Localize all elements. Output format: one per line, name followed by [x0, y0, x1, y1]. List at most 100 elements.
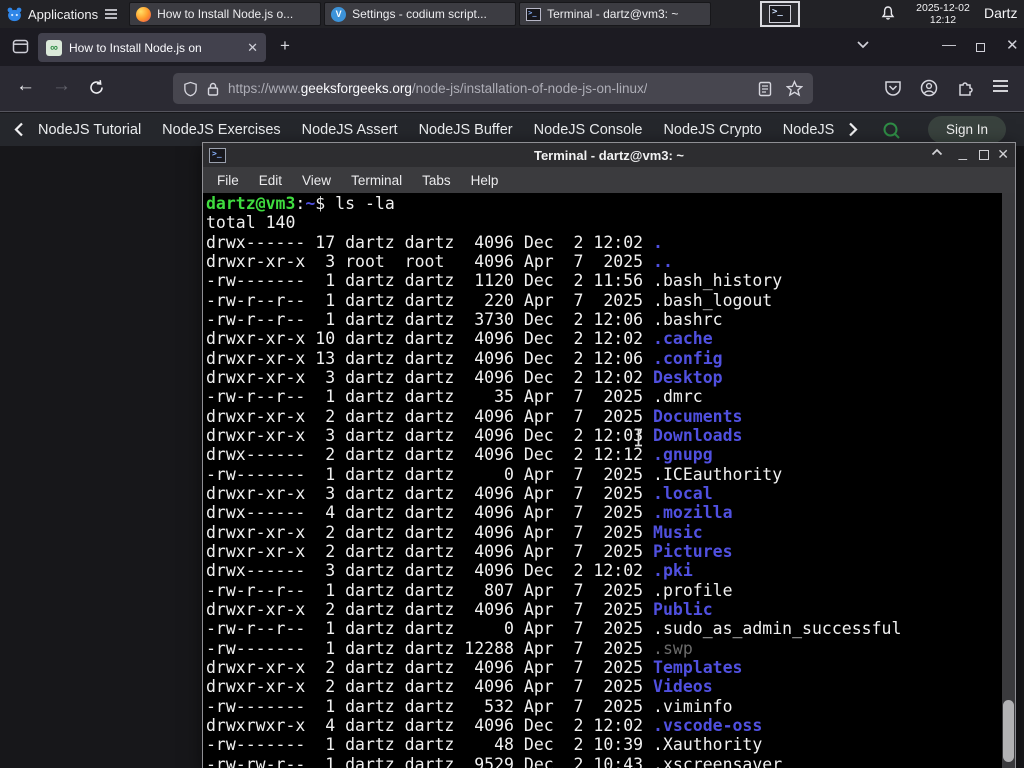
ls-meta: drwxr-xr-x 2 dartz dartz 4096 Apr 7 2025 [206, 541, 654, 561]
list-all-tabs-icon[interactable] [856, 40, 870, 49]
ls-row: -rw------- 1 dartz dartz 48 Dec 2 10:39 … [206, 735, 901, 754]
applications-menu[interactable]: Applications [0, 0, 123, 28]
pocket-icon[interactable] [884, 79, 902, 97]
ls-meta: drwxr-xr-x 2 dartz dartz 4096 Apr 7 2025 [206, 657, 654, 677]
geeksforgeeks-favicon: ∞ [46, 39, 62, 56]
ls-row: -rw-rw-r-- 1 dartz dartz 9529 Dec 2 10:4… [206, 755, 901, 768]
shield-icon[interactable] [183, 81, 198, 97]
ls-name: .ICEauthority [653, 464, 783, 484]
applications-label: Applications [28, 6, 99, 22]
ls-row: drwxr-xr-x 3 root root 4096 Apr 7 2025 .… [206, 252, 901, 271]
ls-row: drwxr-xr-x 10 dartz dartz 4096 Dec 2 12:… [206, 329, 901, 348]
ls-row: drwx------ 3 dartz dartz 4096 Dec 2 12:0… [206, 561, 901, 580]
search-icon[interactable] [882, 121, 901, 140]
ls-row: drwxr-xr-x 2 dartz dartz 4096 Apr 7 2025… [206, 658, 901, 677]
terminal-shade-icon[interactable] [931, 148, 943, 156]
terminal-close-icon[interactable]: ✕ [997, 146, 1009, 163]
ls-row: -rw-r--r-- 1 dartz dartz 220 Apr 7 2025 … [206, 291, 901, 310]
reader-view-icon[interactable] [758, 81, 772, 97]
firefox-view-icon[interactable] [12, 38, 29, 55]
prompt-command: $ ls -la [315, 194, 395, 213]
terminal-body[interactable]: dartz@vm3:~$ ls -la total 140 drwx------ 1… [203, 193, 1015, 768]
nav-link-nodejs-exercises[interactable]: NodeJS Exercises [162, 122, 280, 138]
menu-edit[interactable]: Edit [249, 173, 292, 188]
nav-link-nodejs-console[interactable]: NodeJS Console [534, 122, 643, 138]
ls-name: Music [653, 522, 703, 542]
lock-icon[interactable] [206, 81, 220, 97]
ls-name: .bash_logout [653, 290, 773, 310]
tab-how-to-install-nodejs[interactable]: ∞ How to Install Node.js on ✕ [38, 33, 266, 62]
tab-close-icon[interactable]: ✕ [247, 40, 258, 56]
terminal-menubar: File Edit View Terminal Tabs Help [203, 167, 1015, 193]
ls-row: drwxr-xr-x 3 dartz dartz 4096 Apr 7 2025… [206, 484, 901, 503]
ls-meta: drwx------ 2 dartz dartz 4096 Dec 2 12:1… [206, 445, 654, 465]
nav-scroll-right-icon[interactable] [848, 122, 858, 137]
new-tab-button[interactable]: + [280, 36, 290, 56]
notification-bell-icon[interactable] [880, 5, 896, 22]
ls-row: drwxr-xr-x 13 dartz dartz 4096 Dec 2 12:… [206, 349, 901, 368]
ls-meta: drwxr-xr-x 10 dartz dartz 4096 Dec 2 12:… [206, 329, 654, 349]
back-button[interactable]: ← [16, 75, 35, 97]
terminal-minimize-icon[interactable]: _ [959, 144, 967, 161]
forward-button[interactable]: → [52, 75, 71, 97]
menu-file[interactable]: File [207, 173, 249, 188]
taskbar-button-codium[interactable]: V Settings - codium script... [324, 2, 517, 26]
taskbar-button-terminal[interactable]: Terminal - dartz@vm3: ~ [519, 2, 712, 26]
panel-username: Dartz [984, 5, 1018, 21]
account-icon[interactable] [920, 79, 938, 97]
ls-meta: drwxrwxr-x 4 dartz dartz 4096 Dec 2 12:0… [206, 715, 654, 735]
clock-date: 2025-12-02 [916, 2, 970, 14]
menu-tabs[interactable]: Tabs [412, 173, 461, 188]
window-minimize-icon[interactable]: — [942, 36, 956, 52]
ls-row: drwxr-xr-x 2 dartz dartz 4096 Apr 7 2025… [206, 523, 901, 542]
scrollbar-thumb[interactable] [1003, 700, 1014, 762]
nav-link-nodejs-crypto[interactable]: NodeJS Crypto [663, 122, 761, 138]
window-maximize-icon[interactable] [976, 43, 985, 52]
ls-meta: drwxr-xr-x 2 dartz dartz 4096 Apr 7 2025 [206, 406, 654, 426]
ls-meta: drwxr-xr-x 13 dartz dartz 4096 Dec 2 12:… [206, 348, 654, 368]
terminal-scrollbar[interactable] [1002, 193, 1015, 768]
ls-row: drwx------ 17 dartz dartz 4096 Dec 2 12:… [206, 233, 901, 252]
tray-terminal-launcher[interactable] [760, 1, 800, 27]
ls-row: drwx------ 4 dartz dartz 4096 Apr 7 2025… [206, 503, 901, 522]
nav-link-nodejs-buffer[interactable]: NodeJS Buffer [419, 122, 513, 138]
sign-in-button[interactable]: Sign In [928, 116, 1006, 143]
prompt-line: dartz@vm3:~$ ls -la [206, 194, 901, 213]
ls-meta: -rw------- 1 dartz dartz 1120 Dec 2 11:5… [206, 271, 654, 291]
browser-tab-bar: ∞ How to Install Node.js on ✕ + — ✕ [0, 28, 1024, 66]
menu-view[interactable]: View [292, 173, 341, 188]
window-close-icon[interactable]: ✕ [1006, 36, 1019, 54]
nav-scroll-left-icon[interactable] [14, 122, 24, 137]
ls-row: drwxr-xr-x 2 dartz dartz 4096 Apr 7 2025… [206, 600, 901, 619]
tab-title: How to Install Node.js on [69, 40, 202, 55]
clock[interactable]: 2025-12-02 12:12 [910, 2, 976, 26]
bookmark-star-icon[interactable] [786, 80, 803, 97]
ls-name: .local [653, 483, 713, 503]
ls-name: Templates [653, 657, 743, 677]
taskbar-button-label: Terminal - dartz@vm3: ~ [547, 7, 679, 21]
url-bar[interactable]: https://www.geeksforgeeks.org/node-js/in… [173, 73, 813, 104]
ls-name: .pki [653, 561, 693, 581]
reload-icon[interactable] [88, 79, 105, 96]
menu-terminal[interactable]: Terminal [341, 173, 412, 188]
ls-name: .bashrc [653, 309, 723, 329]
ls-name: Documents [653, 406, 743, 426]
taskbar: How to Install Node.js o... V Settings - c… [129, 2, 712, 26]
ls-meta: drwxr-xr-x 2 dartz dartz 4096 Apr 7 2025 [206, 599, 654, 619]
ls-row: drwxr-xr-x 2 dartz dartz 4096 Apr 7 2025… [206, 542, 901, 561]
nav-link-nodejs-tutorial[interactable]: NodeJS Tutorial [38, 122, 141, 138]
xfce-logo-icon [7, 7, 22, 22]
url-text: https://www.geeksforgeeks.org/node-js/in… [228, 81, 648, 96]
nav-link-nodejs-assert[interactable]: NodeJS Assert [302, 122, 398, 138]
terminal-maximize-icon[interactable] [979, 150, 989, 160]
prompt-separator: : [295, 194, 306, 213]
menu-hamburger-icon[interactable] [992, 79, 1009, 93]
ls-name: .sudo_as_admin_successful [653, 619, 902, 639]
nav-link-nodejs-dns[interactable]: NodeJS DNS [783, 122, 838, 138]
extensions-puzzle-icon[interactable] [956, 79, 974, 97]
total-line: total 140 [206, 213, 296, 233]
ls-row: drwxr-xr-x 2 dartz dartz 4096 Apr 7 2025… [206, 677, 901, 696]
terminal-titlebar[interactable]: Terminal - dartz@vm3: ~ _ ✕ [203, 143, 1015, 167]
menu-help[interactable]: Help [461, 173, 509, 188]
taskbar-button-firefox[interactable]: How to Install Node.js o... [129, 2, 322, 26]
